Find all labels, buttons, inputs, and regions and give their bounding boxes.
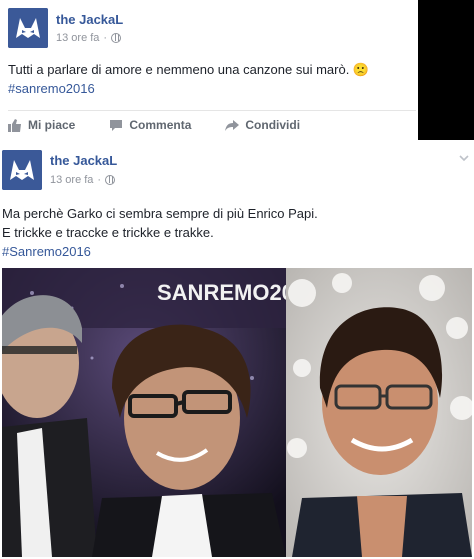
timestamp[interactable]: 13 ore fa — [56, 32, 99, 44]
share-icon — [225, 119, 240, 131]
comment-icon — [110, 119, 123, 131]
post-1: the JackaL 13 ore fa · Tutti a parlare d… — [0, 0, 418, 140]
hashtag-link[interactable]: #sanremo2016 — [8, 79, 369, 98]
author-name[interactable]: the JackaL — [56, 12, 123, 27]
post-2: the JackaL 13 ore fa · Ma perchè Garko c… — [0, 146, 474, 559]
post-text: Ma perchè Garko ci sembra sempre di più … — [2, 204, 318, 261]
timestamp[interactable]: 13 ore fa — [50, 174, 93, 186]
post-text-line-2: E trickke e traccke e trickke e trakke. — [2, 225, 214, 240]
post-photo[interactable]: SANREMO2016 — [2, 268, 472, 557]
comment-button[interactable]: Commenta — [109, 118, 191, 132]
jackal-logo-icon — [8, 8, 48, 48]
avatar[interactable] — [2, 150, 42, 190]
action-bar: Mi piace Commenta Condividi — [8, 118, 334, 132]
hashtag-link[interactable]: #Sanremo2016 — [2, 242, 318, 261]
share-button[interactable]: Condividi — [225, 118, 300, 132]
post-text-line-1: Ma perchè Garko ci sembra sempre di più … — [2, 206, 318, 221]
like-button[interactable]: Mi piace — [8, 118, 75, 132]
globe-icon — [111, 33, 122, 43]
photo-collage: SANREMO2016 — [2, 268, 472, 557]
jackal-logo-icon — [2, 150, 42, 190]
post-text: Tutti a parlare di amore e nemmeno una c… — [8, 60, 369, 98]
like-label: Mi piace — [28, 118, 76, 132]
globe-icon — [105, 175, 116, 185]
black-margin — [418, 0, 474, 140]
thumbs-up-icon — [8, 118, 21, 132]
comment-label: Commenta — [129, 118, 192, 132]
post-meta: 13 ore fa · — [56, 32, 122, 44]
post-meta: 13 ore fa · — [50, 174, 116, 186]
avatar[interactable] — [8, 8, 48, 48]
chevron-down-icon[interactable] — [458, 152, 470, 164]
divider — [8, 110, 416, 111]
share-label: Condividi — [245, 118, 301, 132]
post-text-line: Tutti a parlare di amore e nemmeno una c… — [8, 62, 370, 77]
author-name[interactable]: the JackaL — [50, 153, 117, 168]
